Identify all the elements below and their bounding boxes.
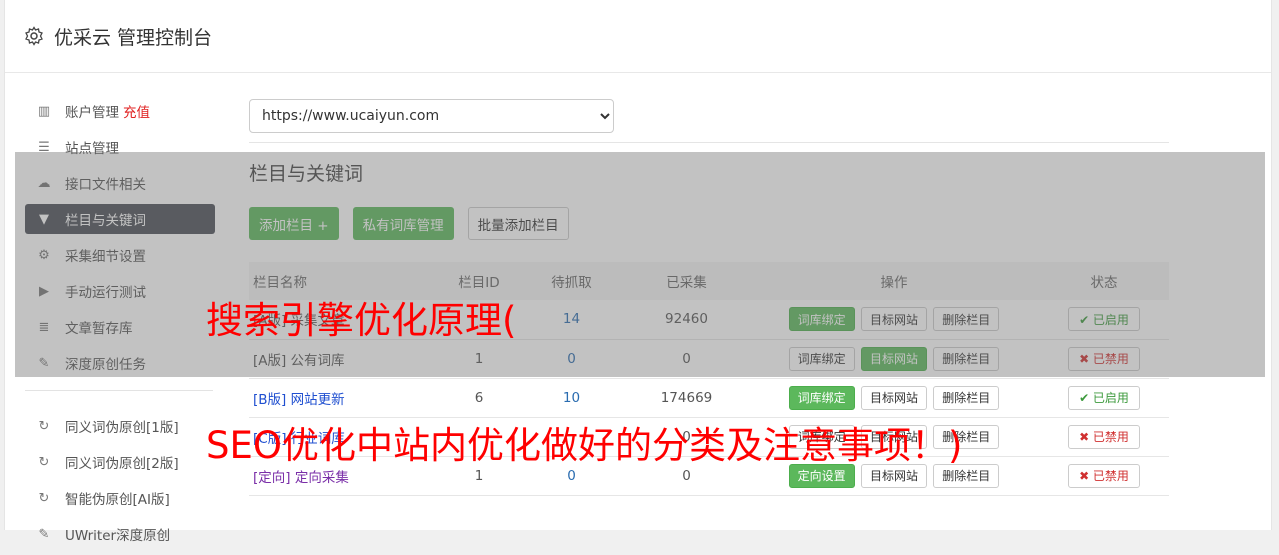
sidebar-item-label: UWriter深度原创 [65, 528, 171, 544]
status-toggle[interactable]: ✖ 已禁用 [1068, 463, 1140, 488]
target-site-button[interactable]: 目标网站 [860, 385, 927, 410]
overlay-headline-line2: SEO优化中站内优化做好的分类及注意事项！) [206, 424, 963, 467]
delete-column-button[interactable]: 删除栏目 [933, 385, 1000, 410]
row-status: ✖ 已禁用 [1039, 417, 1169, 456]
divider [249, 142, 1169, 143]
sidebar-item-label: 同义词伪原创[1版] [65, 420, 179, 436]
sidebar-divider [25, 390, 213, 391]
row-pending[interactable]: 10 [519, 378, 624, 417]
lexicon-bind-button[interactable]: 词库绑定 [788, 385, 855, 410]
page-title: 优采云 管理控制台 [54, 26, 213, 49]
sidebar-item-label: 智能伪原创[AI版] [65, 492, 170, 508]
row-id: 6 [474, 389, 484, 406]
gear-icon [25, 26, 43, 46]
sidebar-item-account[interactable]: ▥ 账户管理 充值 [25, 96, 215, 126]
sidebar-item-synonym-v1[interactable]: ↻ 同义词伪原创[1版] [25, 411, 215, 441]
row-status: ✔ 已启用 [1039, 378, 1169, 417]
row-collected: 174669 [660, 389, 713, 406]
sidebar-item-label: 同义词伪原创[2版] [65, 456, 179, 472]
overlay-headline-line1: 搜索引擎优化原理( [206, 299, 517, 342]
row-status: ✖ 已禁用 [1039, 456, 1169, 495]
site-select[interactable]: https://www.ucaiyun.com [249, 99, 614, 133]
bar-chart-icon: ▥ [37, 103, 51, 119]
table-row: [B版] 网站更新 6 10 174669 词库绑定 目标网站 删除栏目 ✔ 已… [249, 378, 1169, 417]
refresh-icon: ↻ [38, 490, 50, 506]
refresh-icon: ↻ [38, 454, 50, 470]
header: 优采云 管理控制台 [5, 0, 1271, 73]
refresh-icon: ↻ [38, 418, 50, 434]
edit-icon: ✎ [38, 526, 50, 542]
sidebar-item-label: 账户管理 [65, 105, 119, 121]
status-toggle[interactable]: ✖ 已禁用 [1068, 424, 1140, 449]
recharge-link[interactable]: 充值 [123, 101, 150, 121]
row-name[interactable]: [B版] 网站更新 [249, 378, 439, 417]
status-toggle[interactable]: ✔ 已启用 [1068, 385, 1140, 410]
sidebar-item-synonym-v2[interactable]: ↻ 同义词伪原创[2版] [25, 447, 215, 477]
row-actions: 词库绑定 目标网站 删除栏目 [749, 378, 1039, 417]
sidebar-item-uwriter[interactable]: ✎ UWriter深度原创 [25, 519, 215, 549]
sidebar-item-smart-ai[interactable]: ↻ 智能伪原创[AI版] [25, 483, 215, 513]
gray-overlay-banner [15, 152, 1265, 377]
